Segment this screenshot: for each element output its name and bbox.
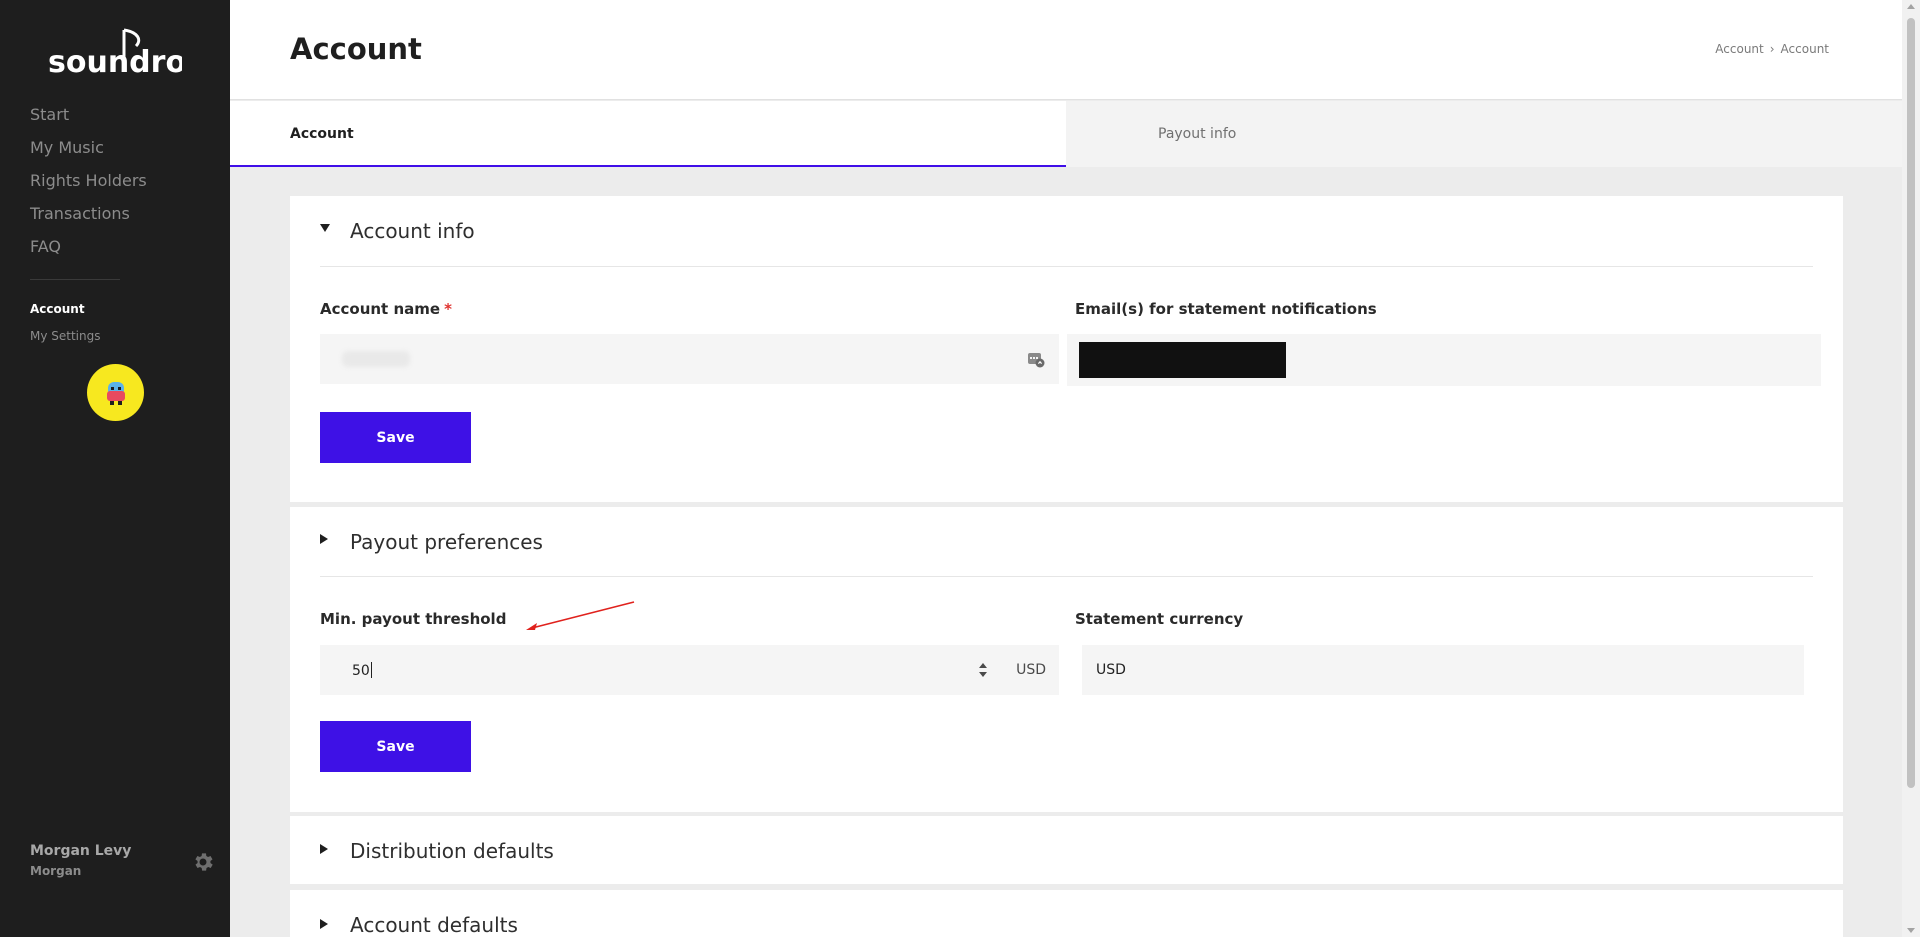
breadcrumb-item-current: Account	[1780, 42, 1829, 56]
caret-right-icon	[320, 844, 328, 854]
soundrop-logo[interactable]: soundrop	[46, 20, 182, 90]
scroll-thumb[interactable]	[1907, 18, 1915, 788]
panel-divider	[320, 266, 1813, 267]
payout-preferences-panel: Payout preferences Min. payout threshold…	[290, 507, 1843, 812]
nav-account[interactable]: Account	[30, 302, 147, 329]
scroll-down-icon[interactable]	[1907, 928, 1915, 933]
panel-title: Account defaults	[350, 913, 518, 937]
account-info-save-button[interactable]: Save	[320, 412, 471, 463]
nav-rights-holders[interactable]: Rights Holders	[30, 170, 147, 203]
panel-title: Distribution defaults	[350, 839, 554, 863]
user-name: Morgan Levy	[30, 843, 132, 859]
breadcrumb-item[interactable]: Account	[1715, 42, 1763, 56]
distribution-defaults-panel: Distribution defaults	[290, 816, 1843, 884]
currency-value: USD	[1096, 662, 1126, 678]
threshold-value: 50	[352, 662, 372, 679]
scroll-up-icon[interactable]	[1907, 4, 1915, 9]
avatar-character-icon	[106, 381, 125, 405]
panel-title: Account info	[350, 219, 475, 243]
breadcrumb: Account › Account	[1715, 42, 1829, 56]
tab-bar: Account Payout info	[230, 101, 1902, 167]
tab-payout-info[interactable]: Payout info	[1066, 101, 1902, 167]
panel-divider	[320, 576, 1813, 577]
number-stepper-icon[interactable]	[979, 663, 987, 677]
breadcrumb-separator: ›	[1769, 42, 1775, 56]
threshold-unit: USD	[1016, 662, 1046, 678]
user-short-name: Morgan	[30, 864, 82, 878]
svg-text:soundrop: soundrop	[48, 45, 182, 80]
emails-label: Email(s) for statement notifications	[1075, 300, 1377, 318]
account-name-label: Account name *	[320, 300, 452, 318]
emails-field[interactable]	[1067, 334, 1821, 386]
tab-account[interactable]: Account	[230, 101, 1066, 167]
currency-label: Statement currency	[1075, 610, 1244, 628]
payout-preferences-header[interactable]: Payout preferences	[320, 507, 1813, 577]
page-title: Account	[290, 32, 422, 66]
sidebar-nav: Start My Music Rights Holders Transactio…	[30, 104, 147, 349]
caret-right-icon	[320, 534, 328, 544]
nav-my-settings[interactable]: My Settings	[30, 329, 147, 349]
payout-preferences-save-button[interactable]: Save	[320, 721, 471, 772]
threshold-input[interactable]: 50 USD	[320, 645, 1059, 695]
distribution-defaults-header[interactable]: Distribution defaults	[320, 816, 1813, 886]
currency-field[interactable]: USD	[1082, 645, 1804, 695]
account-defaults-header[interactable]: Account defaults	[320, 890, 1813, 937]
account-defaults-panel: Account defaults	[290, 890, 1843, 937]
avatar[interactable]	[87, 364, 144, 421]
nav-transactions[interactable]: Transactions	[30, 203, 147, 236]
autofill-card-icon[interactable]	[1027, 350, 1045, 368]
required-mark: *	[444, 300, 452, 318]
threshold-label: Min. payout threshold	[320, 610, 507, 628]
account-info-panel: Account info Account name * Email(s) for …	[290, 196, 1843, 502]
blurred-account-name	[342, 351, 410, 367]
nav-faq[interactable]: FAQ	[30, 236, 147, 269]
account-name-field[interactable]	[320, 334, 1059, 384]
sidebar: soundrop Start My Music Rights Holders T…	[0, 0, 230, 937]
redacted-email	[1079, 342, 1286, 378]
gear-icon[interactable]	[191, 850, 215, 874]
nav-divider	[30, 279, 120, 280]
account-info-header[interactable]: Account info	[320, 196, 1813, 266]
annotation-arrow-icon	[526, 601, 635, 630]
page-header: Account Account › Account	[230, 0, 1902, 100]
caret-down-icon	[320, 224, 330, 232]
page-scrollbar[interactable]	[1902, 0, 1920, 937]
panel-title: Payout preferences	[350, 530, 543, 554]
caret-right-icon	[320, 919, 328, 929]
nav-start[interactable]: Start	[30, 104, 147, 137]
text-cursor	[370, 662, 372, 678]
nav-my-music[interactable]: My Music	[30, 137, 147, 170]
